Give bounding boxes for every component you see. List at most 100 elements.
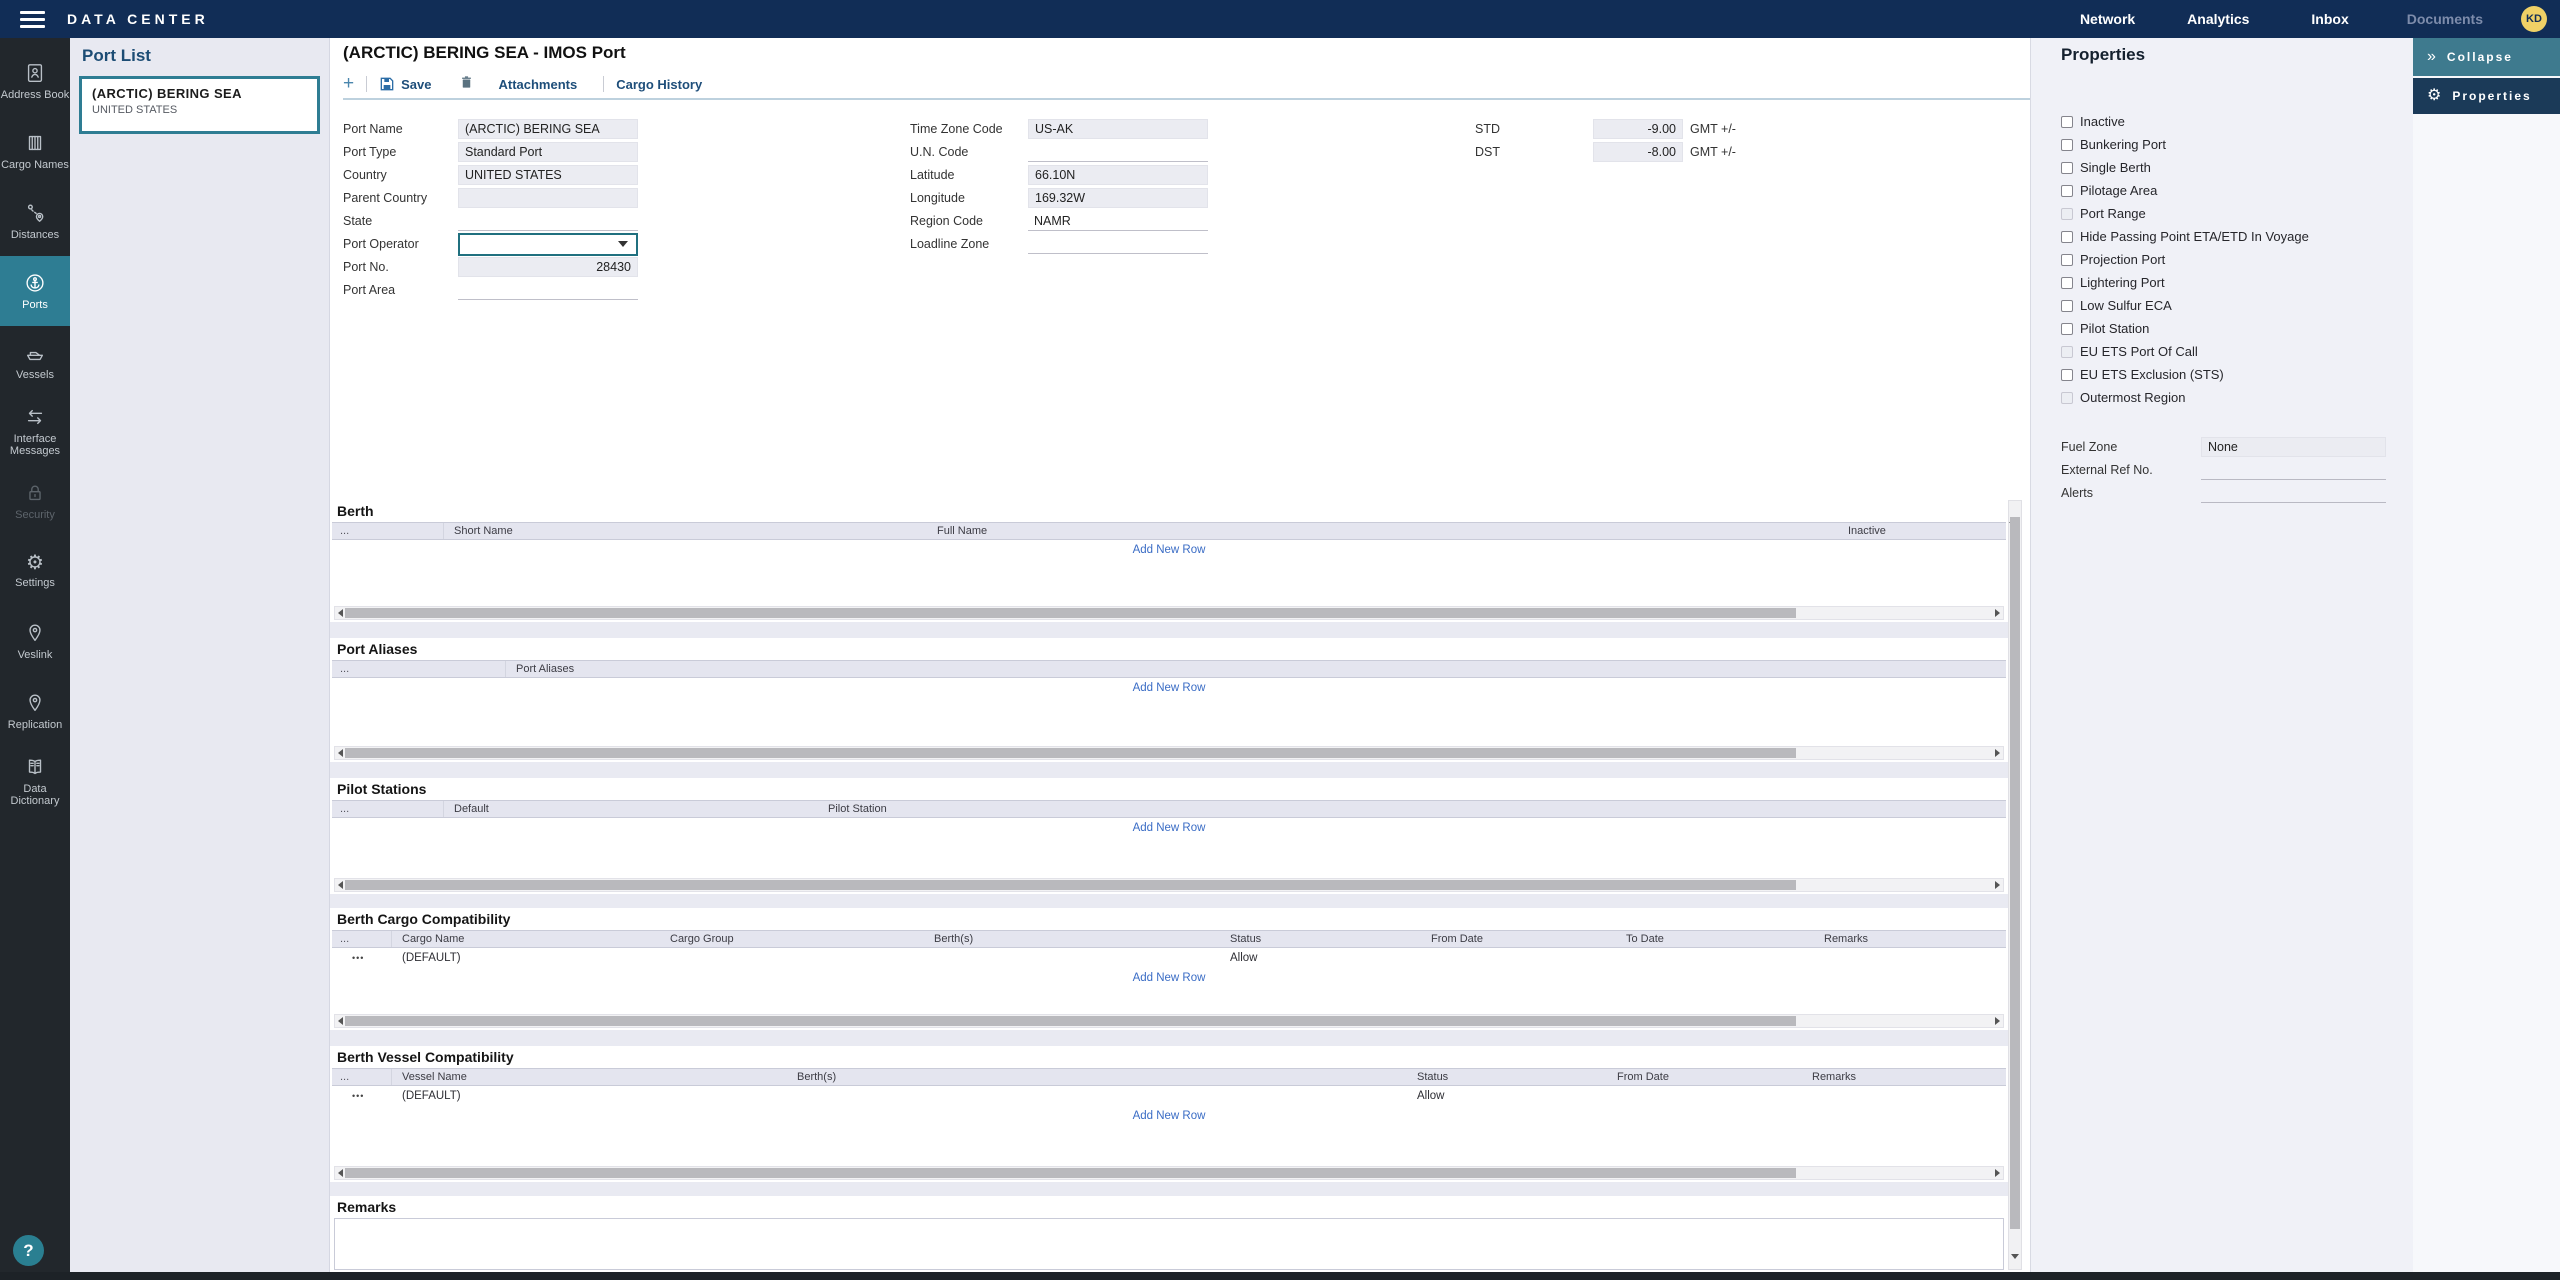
remarks-textarea[interactable] [334,1218,2004,1270]
sidebar-item-ports[interactable]: Ports [0,256,70,326]
sidebar-item-cargo-names[interactable]: Cargo Names [0,116,70,186]
nav-documents[interactable]: Documents [2407,11,2483,27]
horizontal-scrollbar[interactable] [334,606,2004,620]
horizontal-scrollbar[interactable] [334,1166,2004,1180]
row-menu-button[interactable]: ••• [332,953,392,963]
horizontal-scrollbar[interactable] [334,1014,2004,1028]
properties-rail-button[interactable]: ⚙ Properties [2413,78,2560,114]
sidebar-item-security[interactable]: Security [0,466,70,536]
scroll-left-arrow-icon[interactable] [338,1017,343,1025]
checkbox-pilotage-area[interactable]: Pilotage Area [2031,179,2413,202]
scrollbar-thumb[interactable] [345,608,1796,618]
scroll-left-arrow-icon[interactable] [338,1169,343,1177]
nav-analytics[interactable]: Analytics [2187,11,2249,27]
checkbox-icon[interactable] [2061,300,2073,312]
longitude-field[interactable]: 169.32W [1028,188,1208,208]
scroll-left-arrow-icon[interactable] [338,881,343,889]
parent-country-field[interactable] [458,188,638,208]
checkbox-icon[interactable] [2061,231,2073,243]
time-zone-code-field[interactable]: US-AK [1028,119,1208,139]
loadline-zone-field[interactable] [1028,234,1208,254]
country-field[interactable]: UNITED STATES [458,165,638,185]
checkbox-icon[interactable] [2061,185,2073,197]
scroll-right-arrow-icon[interactable] [1995,881,2000,889]
sidebar-item-data-dictionary[interactable]: Data Dictionary [0,746,70,816]
status-cell[interactable]: Allow [1220,952,1421,964]
region-code-field[interactable]: NAMR [1028,211,1208,231]
checkbox-lightering-port[interactable]: Lightering Port [2031,271,2413,294]
checkbox-pilot-station[interactable]: Pilot Station [2031,317,2413,340]
help-button[interactable]: ? [13,1235,44,1266]
scrollbar-thumb[interactable] [345,748,1796,758]
checkbox-icon[interactable] [2061,369,2073,381]
horizontal-scrollbar[interactable] [334,878,2004,892]
fuel-zone-field[interactable]: None [2201,437,2386,457]
dst-offset-field[interactable]: -8.00 [1593,142,1683,162]
port-no-field[interactable]: 28430 [458,257,638,277]
cargo-name-cell[interactable]: (DEFAULT) [392,952,660,964]
port-operator-dropdown[interactable] [458,233,638,256]
add-new-row-link[interactable]: Add New Row [332,540,2006,560]
scrollbar-thumb[interactable] [2010,517,2020,1229]
sidebar-item-vessels[interactable]: Vessels [0,326,70,396]
sidebar-item-distances[interactable]: Distances [0,186,70,256]
sidebar-item-veslink[interactable]: Veslink [0,606,70,676]
scrollbar-thumb[interactable] [345,1168,1796,1178]
checkbox-icon[interactable] [2061,323,2073,335]
horizontal-scrollbar[interactable] [334,746,2004,760]
checkbox-inactive[interactable]: Inactive [2031,110,2413,133]
port-type-field[interactable]: Standard Port [458,142,638,162]
sidebar-item-address-book[interactable]: Address Book [0,46,70,116]
scrollbar-thumb[interactable] [345,880,1796,890]
scroll-left-arrow-icon[interactable] [338,609,343,617]
add-new-row-link[interactable]: Add New Row [332,968,2006,988]
port-list-card-selected[interactable]: (ARCTIC) BERING SEA UNITED STATES [79,76,320,134]
external-ref-no-field[interactable] [2201,460,2386,480]
hamburger-menu-icon[interactable] [20,7,45,32]
checkbox-icon[interactable] [2061,277,2073,289]
scroll-left-arrow-icon[interactable] [338,749,343,757]
nav-inbox[interactable]: Inbox [2311,11,2348,27]
std-offset-field[interactable]: -9.00 [1593,119,1683,139]
checkbox-projection-port[interactable]: Projection Port [2031,248,2413,271]
state-field[interactable] [458,211,638,231]
checkbox-low-sulfur-eca[interactable]: Low Sulfur ECA [2031,294,2413,317]
scroll-down-arrow-icon[interactable] [2011,1254,2019,1259]
checkbox-icon[interactable] [2061,254,2073,266]
add-new-row-link[interactable]: Add New Row [332,818,2006,838]
add-new-row-link[interactable]: Add New Row [332,1106,2006,1126]
un-code-field[interactable] [1028,142,1208,162]
add-new-row-link[interactable]: Add New Row [332,678,2006,698]
nav-network[interactable]: Network [2080,11,2135,27]
sidebar-item-replication[interactable]: Replication [0,676,70,746]
sidebar-item-settings[interactable]: ⚙ Settings [0,536,70,606]
user-avatar[interactable]: KD [2521,6,2547,32]
collapse-panel-button[interactable]: » Collapse [2413,38,2560,76]
checkbox-icon[interactable] [2061,139,2073,151]
scroll-right-arrow-icon[interactable] [1995,1169,2000,1177]
vessel-name-cell[interactable]: (DEFAULT) [392,1090,787,1102]
checkbox-bunkering-port[interactable]: Bunkering Port [2031,133,2413,156]
delete-button[interactable] [459,74,474,95]
scroll-right-arrow-icon[interactable] [1995,1017,2000,1025]
checkbox-eu-ets-exclusion-sts[interactable]: EU ETS Exclusion (STS) [2031,363,2413,386]
sidebar-item-interface-messages[interactable]: Interface Messages [0,396,70,466]
latitude-field[interactable]: 66.10N [1028,165,1208,185]
save-button[interactable]: Save [379,76,431,92]
cargo-history-button[interactable]: Cargo History [616,77,702,92]
port-area-field[interactable] [458,280,638,300]
checkbox-hide-passing-point[interactable]: Hide Passing Point ETA/ETD In Voyage [2031,225,2413,248]
checkbox-icon[interactable] [2061,116,2073,128]
attachments-button[interactable]: Attachments [498,77,577,92]
row-menu-button[interactable]: ••• [332,1091,392,1101]
checkbox-icon[interactable] [2061,162,2073,174]
add-new-button[interactable]: + [343,75,354,93]
status-cell[interactable]: Allow [1407,1090,1607,1102]
scroll-right-arrow-icon[interactable] [1995,749,2000,757]
checkbox-single-berth[interactable]: Single Berth [2031,156,2413,179]
scroll-right-arrow-icon[interactable] [1995,609,2000,617]
scrollbar-thumb[interactable] [345,1016,1796,1026]
port-name-field[interactable]: (ARCTIC) BERING SEA [458,119,638,139]
alerts-field[interactable] [2201,483,2386,503]
vertical-scrollbar[interactable] [2008,500,2022,1270]
